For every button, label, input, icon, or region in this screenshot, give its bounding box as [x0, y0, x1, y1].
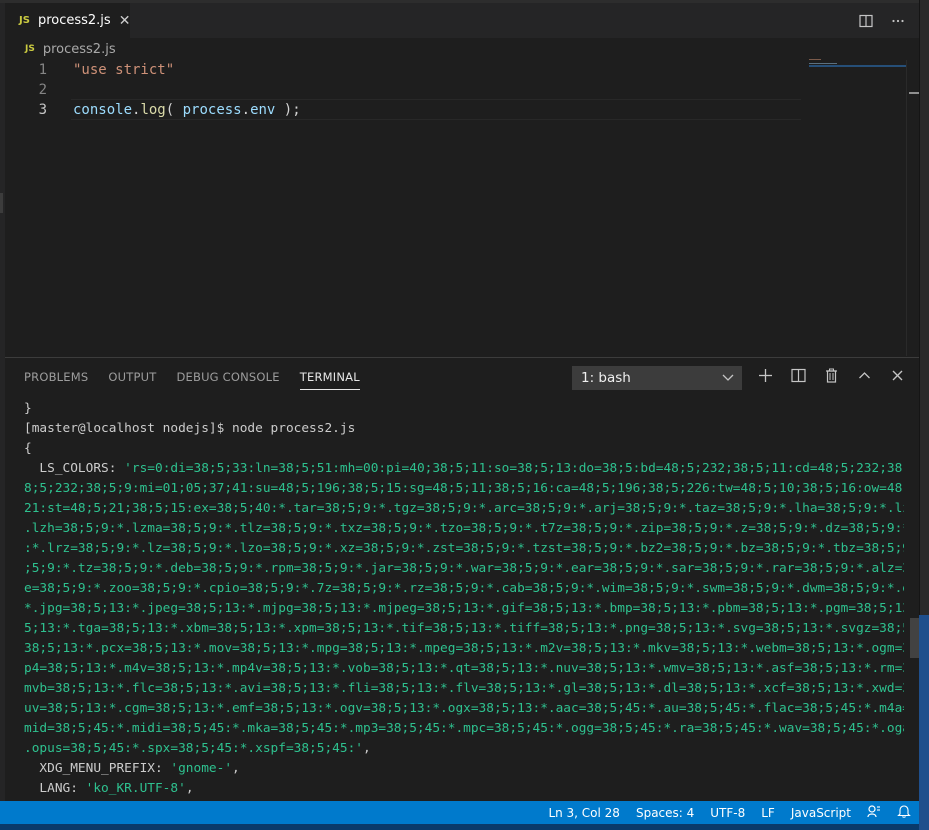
- editor-tab-bar: JS process2.js ✕: [5, 3, 919, 38]
- code-text: console.log( process.env );: [73, 102, 301, 118]
- terminal-line: :*.lrz=38;5;9:*.lz=38;5;9:*.lzo=38;5;9:*…: [24, 541, 904, 556]
- breadcrumb-file[interactable]: process2.js: [43, 42, 116, 57]
- js-file-icon: JS: [19, 15, 30, 26]
- bottom-panel: PROBLEMS OUTPUT DEBUG CONSOLE TERMINAL 1…: [5, 357, 920, 802]
- desktop-edge: [0, 824, 929, 830]
- breadcrumb: JS process2.js: [5, 38, 919, 60]
- tab-terminal[interactable]: TERMINAL: [299, 370, 360, 390]
- terminal-line: LS_COLORS: 'rs=0:di=38;5;33:ln=38;5;51:m…: [24, 461, 904, 476]
- terminal-line: 5;13:*.tga=38;5;13:*.xbm=38;5;13:*.xpm=3…: [24, 621, 904, 636]
- language-mode[interactable]: JavaScript: [791, 806, 851, 820]
- terminal-prompt: [master@localhost nodejs]$ node process2…: [24, 421, 356, 436]
- line-number: 3: [38, 102, 47, 118]
- tab-process2-js[interactable]: JS process2.js ✕: [5, 3, 130, 38]
- cursor-position[interactable]: Ln 3, Col 28: [548, 806, 620, 820]
- js-file-icon: JS: [25, 44, 35, 54]
- terminal-line: mid=38;5;45:*.midi=38;5;45:*.mka=38;5;45…: [24, 721, 904, 736]
- chevron-down-icon: [722, 374, 734, 381]
- code-line-3[interactable]: 3 console.log( process.env );: [5, 100, 905, 120]
- tab-output[interactable]: OUTPUT: [108, 370, 156, 390]
- minimap[interactable]: [809, 57, 906, 67]
- split-terminal-icon[interactable]: [790, 367, 807, 384]
- line-number: 1: [38, 62, 47, 78]
- editor-scrollbar[interactable]: [906, 60, 920, 356]
- editor-actions: [859, 3, 905, 38]
- sash-marker[interactable]: [0, 193, 3, 213]
- end-of-line[interactable]: LF: [761, 806, 775, 820]
- tab-label: process2.js: [37, 13, 111, 28]
- bell-icon[interactable]: [897, 804, 911, 821]
- terminal-line: 38;5;13:*.pcx=38;5;13:*.mov=38;5;13:*.mp…: [24, 641, 904, 656]
- split-editor-icon[interactable]: [859, 14, 873, 28]
- terminal-select-value: 1: bash: [581, 370, 631, 386]
- terminal-line: ;5;9:*.tz=38;5;9:*.deb=38;5;9:*.rpm=38;5…: [24, 561, 904, 576]
- encoding[interactable]: UTF-8: [710, 806, 745, 820]
- terminal-line: *.jpg=38;5;13:*.jpeg=38;5;13:*.mjpg=38;5…: [24, 601, 904, 616]
- terminal-line: p4=38;5;13:*.m4v=38;5;13:*.mp4v=38;5;13:…: [24, 661, 904, 676]
- line-number: 2: [38, 82, 47, 98]
- terminal-line: 21:st=48;5;21;38;5;15:ex=38;5;40:*.tar=3…: [24, 501, 904, 516]
- close-panel-icon[interactable]: [889, 367, 906, 384]
- terminal-line: .lzh=38;5;9:*.lzma=38;5;9:*.tlz=38;5;9:*…: [24, 521, 904, 536]
- terminal-output[interactable]: } [master@localhost nodejs]$ node proces…: [24, 399, 904, 799]
- panel-tabs: PROBLEMS OUTPUT DEBUG CONSOLE TERMINAL: [24, 370, 360, 390]
- terminal-line: LANG: 'ko_KR.UTF-8',: [24, 781, 194, 796]
- close-icon[interactable]: ✕: [119, 13, 131, 29]
- trash-icon[interactable]: [823, 367, 840, 384]
- terminal-line: }: [24, 401, 32, 416]
- terminal-line: e=38;5;9:*.zoo=38;5;9:*.cpio=38;5;9:*.7z…: [24, 581, 904, 596]
- terminal-line: 8;5;232;38;5;9:mi=01;05;37;41:su=48;5;19…: [24, 481, 904, 496]
- desktop-edge-right: [919, 0, 929, 830]
- terminal-line: mvb=38;5;13:*.flc=38;5;13:*.avi=38;5;13:…: [24, 681, 904, 696]
- tab-problems[interactable]: PROBLEMS: [24, 370, 88, 390]
- code-editor[interactable]: 1 "use strict" 2 3 console.log( process.…: [5, 60, 905, 356]
- terminal-select[interactable]: 1: bash: [572, 366, 742, 390]
- plus-icon[interactable]: [757, 367, 774, 384]
- terminal-line: XDG_MENU_PREFIX: 'gnome-',: [24, 761, 240, 776]
- terminal-line: uv=38;5;13:*.cgm=38;5;13:*.emf=38;5;13:*…: [24, 701, 904, 716]
- terminal-line: {: [24, 441, 32, 456]
- terminal-line: .opus=38;5;45:*.spx=38;5;45:*.xspf=38;5;…: [24, 741, 371, 756]
- feedback-icon[interactable]: [867, 804, 881, 821]
- tab-debug-console[interactable]: DEBUG CONSOLE: [176, 370, 279, 390]
- code-line-2[interactable]: 2: [5, 80, 905, 100]
- status-bar: Ln 3, Col 28 Spaces: 4 UTF-8 LF JavaScri…: [0, 801, 919, 824]
- more-actions-icon[interactable]: [891, 14, 905, 28]
- chevron-up-icon[interactable]: [856, 367, 873, 384]
- code-line-1[interactable]: 1 "use strict": [5, 60, 905, 80]
- code-text: "use strict": [73, 62, 175, 78]
- indentation[interactable]: Spaces: 4: [636, 806, 694, 820]
- panel-actions: [757, 367, 906, 384]
